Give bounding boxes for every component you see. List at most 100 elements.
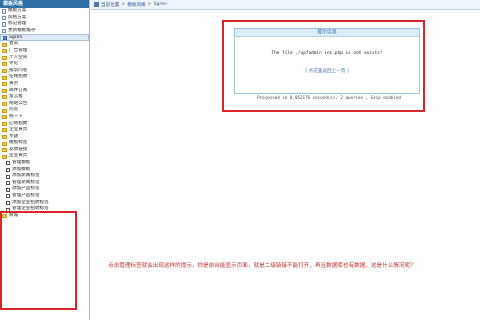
folder-icon [2, 121, 7, 126]
sidebar-item-label: 风格方案 [8, 14, 27, 20]
question-text: 点击管理标签就会出现这样的提示，你是前台能显示页面，就是二级链接不能打开，再且数… [108, 263, 416, 269]
sidebar-item[interactable]: 评论 [0, 61, 89, 68]
breadcrumb-separator: > [121, 2, 126, 7]
sidebar-item[interactable]: 添加新闻标签 [0, 173, 89, 180]
sidebar-item-label: 留言板 [9, 94, 23, 100]
back-link[interactable]: [ 点这里返回上一页 ] [235, 68, 419, 74]
folder-icon [2, 82, 7, 87]
sidebar-item[interactable]: 企业黄页 [0, 153, 89, 160]
sidebar-item-label: 统一下 [9, 113, 23, 119]
folder-icon [2, 95, 7, 100]
sidebar-item-label: 在线招聘 [9, 74, 28, 80]
sidebar-item-label: 管理模板 [12, 160, 31, 166]
folder-icon [2, 75, 7, 80]
sidebar-item-label: 专题 [9, 133, 19, 139]
processed-info: Processed in 0.052176 second(s), 2 queri… [257, 95, 401, 100]
checkbox-icon [6, 161, 10, 166]
sidebar-item[interactable]: 问答 [0, 107, 89, 114]
sidebar-item[interactable]: Sgren [0, 34, 89, 42]
sidebar-item-label: 添加产品标签 [12, 186, 40, 192]
folder-icon [2, 102, 7, 107]
checkbox-icon [6, 174, 10, 179]
sidebar-item-label: 管理产品标签 [12, 193, 40, 199]
sidebar-item[interactable]: 模板方案 [0, 8, 89, 15]
sidebar-item[interactable]: 统一下 [0, 114, 89, 121]
folder-icon [2, 148, 7, 153]
sidebar: 模板风格 模板方案 风格方案 标记管理 更新模板缓存 Sgren 会员 广告管理 个人空间 评论… [0, 0, 90, 320]
sidebar-item-label: 商城 [9, 212, 19, 218]
sidebar-item[interactable]: 模板标签 [0, 140, 89, 147]
checkbox-icon [6, 200, 10, 205]
sidebar-item[interactable]: 广告管理 [0, 48, 89, 55]
sidebar-item[interactable]: 标记管理 [0, 21, 89, 28]
sidebar-item-label: 投票问卷 [9, 67, 28, 73]
page-icon [2, 28, 6, 34]
sidebar-item[interactable]: 管理企业招聘标签 [0, 206, 89, 213]
folder-icon [2, 69, 7, 74]
sidebar-item[interactable]: 会员 [0, 41, 89, 48]
folder-icon [2, 49, 7, 54]
sidebar-item[interactable]: 在线招聘 [0, 74, 89, 81]
folder-icon [2, 134, 7, 139]
sidebar-item-label: 友情链接 [9, 146, 28, 152]
checkbox-icon [6, 181, 10, 186]
sidebar-item[interactable]: 管理产品标签 [0, 193, 89, 200]
breadcrumb-item-location[interactable]: 当前位置 [101, 2, 119, 8]
folder-icon [2, 108, 7, 113]
home-icon [94, 2, 99, 7]
sidebar-item[interactable]: 黄页 [0, 81, 89, 88]
sidebar-item[interactable]: 邮件订阅 [0, 88, 89, 95]
sidebar-item[interactable]: 留言板 [0, 94, 89, 101]
sidebar-item-label: 网站公告 [9, 100, 28, 106]
folder-icon [2, 115, 7, 120]
sidebar-item-label: 添加企业招聘标签 [12, 199, 49, 205]
sidebar-item-label: 添加新闻标签 [12, 173, 40, 179]
sidebar-item[interactable]: 网站公告 [0, 101, 89, 108]
sidebar-item[interactable]: 商城 [0, 213, 89, 220]
breadcrumb-item-section[interactable]: 模板风格 [127, 2, 145, 8]
sidebar-item-label: 黄页 [9, 80, 19, 86]
sidebar-item-label: 问答 [9, 107, 19, 113]
page-icon [3, 35, 7, 40]
sidebar-item-label: 管理新闻标签 [12, 179, 40, 185]
notice-message: The file ./upfadmin inc.php is not exist… [271, 51, 383, 56]
sidebar-item[interactable]: 管理新闻标签 [0, 180, 89, 187]
sidebar-item-label: 企业黄页 [9, 127, 28, 133]
sidebar-item[interactable]: 添加企业招聘标签 [0, 200, 89, 207]
breadcrumb: 当前位置 > 模板风格 > Sgren [91, 0, 480, 10]
folder-icon [2, 141, 7, 146]
sidebar-item[interactable]: 风格方案 [0, 15, 89, 22]
sidebar-item-label: 更新模板缓存 [8, 27, 36, 33]
checkbox-icon [6, 194, 10, 199]
sidebar-item-label: 企业黄页 [9, 153, 28, 159]
sidebar-item[interactable]: 添加模板 [0, 167, 89, 174]
sidebar-item-label: 模板方案 [8, 8, 27, 13]
sidebar-item[interactable]: 企业黄页 [0, 127, 89, 134]
sidebar-tree: 模板方案 风格方案 标记管理 更新模板缓存 Sgren 会员 广告管理 个人空间 评论 投票问卷在… [0, 8, 89, 219]
sidebar-item-label: 标记管理 [8, 21, 27, 27]
sidebar-item-label: 添加模板 [12, 166, 31, 172]
page-icon [2, 15, 6, 21]
sidebar-item[interactable]: 个人空间 [0, 55, 89, 62]
sidebar-item[interactable]: 心情指数 [0, 121, 89, 128]
sidebar-item-label: 管理企业招聘标签 [12, 206, 49, 212]
folder-icon [2, 128, 7, 133]
sidebar-item[interactable]: 专题 [0, 134, 89, 141]
breadcrumb-item-current[interactable]: Sgren [154, 2, 167, 7]
folder-icon [2, 214, 7, 219]
checkbox-icon [6, 187, 10, 192]
checkbox-icon [6, 167, 10, 172]
breadcrumb-separator: > [147, 2, 152, 7]
page-icon [2, 22, 6, 27]
notice-panel: 提示信息 The file ./upfadmin inc.php is not … [234, 28, 420, 94]
sidebar-item[interactable]: 添加产品标签 [0, 186, 89, 193]
sidebar-item-label: 个人空间 [9, 54, 28, 60]
sidebar-item[interactable]: 投票问卷 [0, 68, 89, 75]
folder-icon [2, 55, 7, 60]
sidebar-item[interactable]: 更新模板缓存 [0, 28, 89, 35]
folder-icon [2, 88, 7, 93]
sidebar-item-label: 评论 [9, 61, 19, 67]
sidebar-item[interactable]: 友情链接 [0, 147, 89, 154]
folder-icon [2, 42, 7, 47]
sidebar-item[interactable]: 管理模板 [0, 160, 89, 167]
